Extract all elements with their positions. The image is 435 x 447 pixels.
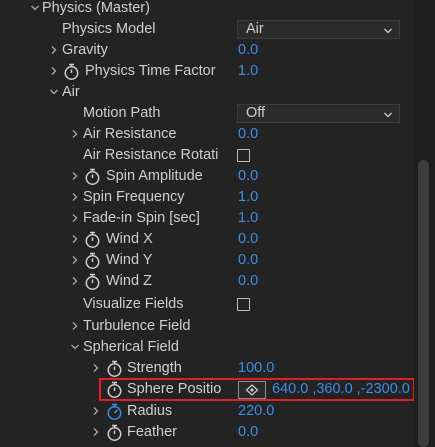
scrollbar-thumb[interactable] [418,160,429,447]
group-air[interactable]: Air [0,82,414,103]
chevron-right-icon[interactable] [70,166,82,187]
radius-value[interactable]: 220.0 [238,401,274,422]
group-physics-master[interactable]: Physics (Master) [0,0,414,19]
prop-spin-frequency: Spin Frequency 1.0 [0,187,414,208]
prop-visualize-fields: Visualize Fields [0,294,414,315]
group-label: Physics (Master) [42,0,150,16]
dropdown-arrow-icon [383,108,393,124]
chevron-right-icon[interactable] [70,124,82,145]
prop-label: Radius [127,403,173,419]
prop-label: Physics Time Factor [85,63,216,79]
group-spherical-field[interactable]: Spherical Field [0,337,414,358]
prop-label: Air Resistance [83,126,177,142]
prop-radius: Radius 220.0 [0,401,414,422]
dropdown-arrow-icon [383,24,393,40]
prop-label: Gravity [62,42,108,58]
prop-physics-model: Physics Model Air [0,19,414,40]
air-resistance-rotation-checkbox[interactable] [237,149,250,162]
motion-path-dropdown[interactable]: Off [237,104,400,123]
stopwatch-icon[interactable] [106,423,124,442]
air-resistance-value[interactable]: 0.0 [238,124,258,145]
highlight-box [99,378,415,401]
dropdown-value: Off [246,105,266,121]
stopwatch-icon[interactable] [106,359,124,378]
chevron-right-icon[interactable] [70,250,82,271]
dropdown-value: Air [246,21,264,37]
chevron-right-icon[interactable] [91,422,103,443]
group-turbulence-field[interactable]: Turbulence Field [0,316,414,337]
prop-spin-amplitude: Spin Amplitude 0.0 [0,166,414,187]
group-label: Turbulence Field [83,318,191,334]
prop-physics-time-factor: Physics Time Factor 1.0 [0,61,414,82]
group-label: Air [62,84,80,100]
prop-label: Wind X [106,231,153,247]
prop-label: Motion Path [83,105,161,121]
chevron-down-icon[interactable] [49,82,61,103]
prop-label: Feather [127,424,177,440]
prop-label: Wind Y [106,252,153,268]
chevron-right-icon[interactable] [91,401,103,422]
prop-gravity: Gravity 0.0 [0,40,414,61]
strength-value[interactable]: 100.0 [238,358,274,379]
prop-strength: Strength 100.0 [0,358,414,379]
physics-time-factor-value[interactable]: 1.0 [238,61,258,82]
chevron-right-icon[interactable] [70,316,82,337]
stopwatch-active-icon[interactable] [106,402,124,421]
chevron-right-icon[interactable] [49,40,61,61]
prop-label: Air Resistance Rotati [83,147,219,163]
prop-motion-path: Motion Path Off [0,103,414,124]
wind-x-value[interactable]: 0.0 [238,229,258,250]
prop-label: Spin Amplitude [106,168,203,184]
fade-in-spin-value[interactable]: 1.0 [238,208,258,229]
prop-wind-y: Wind Y 0.0 [0,250,414,271]
stopwatch-icon[interactable] [84,251,102,270]
feather-value[interactable]: 0.0 [238,422,258,443]
prop-label: Strength [127,360,182,376]
wind-y-value[interactable]: 0.0 [238,250,258,271]
spin-amplitude-value[interactable]: 0.0 [238,166,258,187]
prop-feather: Feather 0.0 [0,422,414,443]
chevron-down-icon[interactable] [30,0,42,19]
stopwatch-icon[interactable] [63,62,81,81]
prop-label: Spin Frequency [83,189,185,205]
chevron-right-icon[interactable] [91,358,103,379]
prop-label: Physics Model [62,21,156,37]
chevron-right-icon[interactable] [70,271,82,292]
wind-z-value[interactable]: 0.0 [238,271,258,292]
prop-fade-in-spin: Fade-in Spin [sec] 1.0 [0,208,414,229]
prop-label: Fade-in Spin [sec] [83,210,200,226]
chevron-right-icon[interactable] [70,229,82,250]
stopwatch-icon[interactable] [84,167,102,186]
prop-label: Visualize Fields [83,296,184,312]
group-label: Spherical Field [83,339,179,355]
prop-wind-z: Wind Z 0.0 [0,271,414,292]
prop-air-resistance-rotation: Air Resistance Rotati [0,145,414,166]
spin-frequency-value[interactable]: 1.0 [238,187,258,208]
chevron-down-icon[interactable] [70,337,82,358]
chevron-right-icon[interactable] [49,61,61,82]
stopwatch-icon[interactable] [84,230,102,249]
prop-wind-x: Wind X 0.0 [0,229,414,250]
chevron-right-icon[interactable] [70,208,82,229]
visualize-fields-checkbox[interactable] [237,298,250,311]
prop-air-resistance: Air Resistance 0.0 [0,124,414,145]
prop-label: Wind Z [106,273,152,289]
gravity-value[interactable]: 0.0 [238,40,258,61]
physics-model-dropdown[interactable]: Air [237,20,400,39]
chevron-right-icon[interactable] [70,187,82,208]
stopwatch-icon[interactable] [84,272,102,291]
